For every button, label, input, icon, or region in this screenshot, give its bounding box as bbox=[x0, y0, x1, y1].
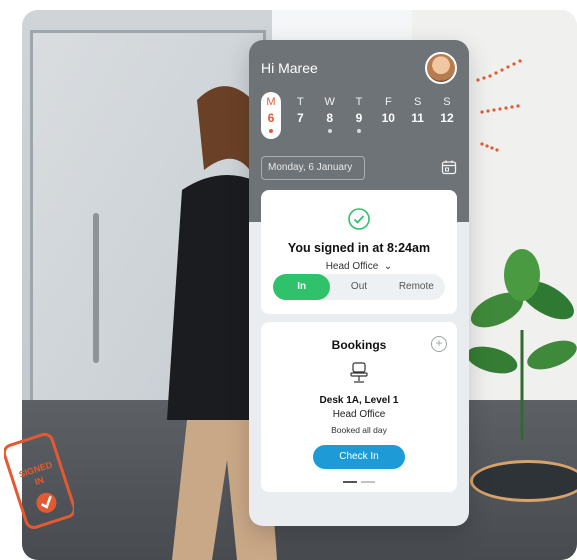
day-5[interactable]: S 11 bbox=[408, 96, 428, 139]
mode-in-button[interactable]: In bbox=[273, 274, 331, 300]
plus-icon[interactable]: + bbox=[431, 336, 447, 352]
day-letter: W bbox=[324, 96, 335, 108]
day-1[interactable]: T7 bbox=[290, 96, 310, 139]
calendar-icon[interactable] bbox=[441, 159, 457, 175]
day-number: 8 bbox=[326, 111, 333, 125]
signin-mode-toggle[interactable]: In Out Remote bbox=[273, 274, 445, 300]
date-field[interactable]: Monday, 6 January bbox=[261, 156, 365, 180]
day-3[interactable]: T9 bbox=[349, 96, 369, 139]
day-number: 10 bbox=[381, 111, 395, 125]
day-letter: S bbox=[413, 96, 422, 108]
day-letter: T bbox=[296, 96, 304, 108]
day-letter: M bbox=[266, 96, 276, 108]
signed-in-phone-graphic: SIGNED IN bbox=[4, 432, 74, 529]
mode-out-button[interactable]: Out bbox=[330, 274, 387, 300]
week-strip: M 6 T 7 W 8 T 9 F 10 S 11 S 12 bbox=[261, 92, 457, 139]
bookings-title: Bookings bbox=[331, 338, 387, 352]
signin-card: You signed in at 8:24am Head Office ⌄ In… bbox=[261, 190, 457, 314]
decorative-dots bbox=[476, 59, 522, 152]
day-0[interactable]: M6 bbox=[261, 92, 281, 139]
check-circle-icon bbox=[348, 208, 370, 230]
avatar[interactable] bbox=[425, 52, 457, 84]
bookings-card: Bookings + Desk 1A, Level 1 Head Office … bbox=[261, 322, 457, 492]
app-header: Hi Maree M 6 T 7 W 8 T 9 F 10 S 11 S 12 Monday, 6 Jan… bbox=[249, 40, 469, 314]
location-dropdown[interactable]: Head Office ⌄ bbox=[261, 261, 457, 272]
day-letter: S bbox=[443, 96, 451, 108]
booking-note: Booked all day bbox=[331, 425, 387, 435]
app-phone-card: Hi Maree M 6 T 7 W 8 T 9 F 10 S 11 S 12 Monday, 6 Jan… bbox=[249, 40, 469, 526]
event-dot bbox=[327, 129, 332, 133]
desk-office: Head Office bbox=[332, 409, 386, 420]
day-number: 12 bbox=[440, 111, 454, 125]
chevron-down-icon: ⌄ bbox=[381, 261, 393, 272]
pager-indicator bbox=[338, 481, 380, 484]
day-letter: F bbox=[384, 96, 392, 108]
day-number: 9 bbox=[355, 111, 363, 125]
signin-status: You signed in at 8:24am bbox=[287, 241, 431, 255]
desk-name: Desk 1A, Level 1 bbox=[319, 395, 399, 406]
side-table bbox=[470, 460, 577, 502]
plant-icon bbox=[467, 249, 577, 440]
day-2[interactable]: W8 bbox=[320, 96, 340, 139]
check-in-button[interactable]: Check In bbox=[313, 445, 405, 469]
greeting-text: Hi Maree bbox=[261, 60, 318, 76]
door-handle bbox=[93, 213, 99, 363]
svg-text:IN: IN bbox=[33, 475, 45, 487]
chair-icon bbox=[350, 362, 368, 383]
day-number: 7 bbox=[296, 111, 304, 125]
day-number: 6 bbox=[267, 111, 275, 125]
location-label: Head Office bbox=[325, 261, 379, 272]
day-6[interactable]: S 12 bbox=[437, 96, 457, 139]
event-dot bbox=[269, 129, 273, 133]
mode-remote-button[interactable]: Remote bbox=[388, 274, 445, 300]
event-dot bbox=[356, 129, 361, 133]
day-number: 11 bbox=[411, 111, 424, 125]
day-letter: T bbox=[355, 96, 363, 108]
day-4[interactable]: F 10 bbox=[378, 96, 398, 139]
